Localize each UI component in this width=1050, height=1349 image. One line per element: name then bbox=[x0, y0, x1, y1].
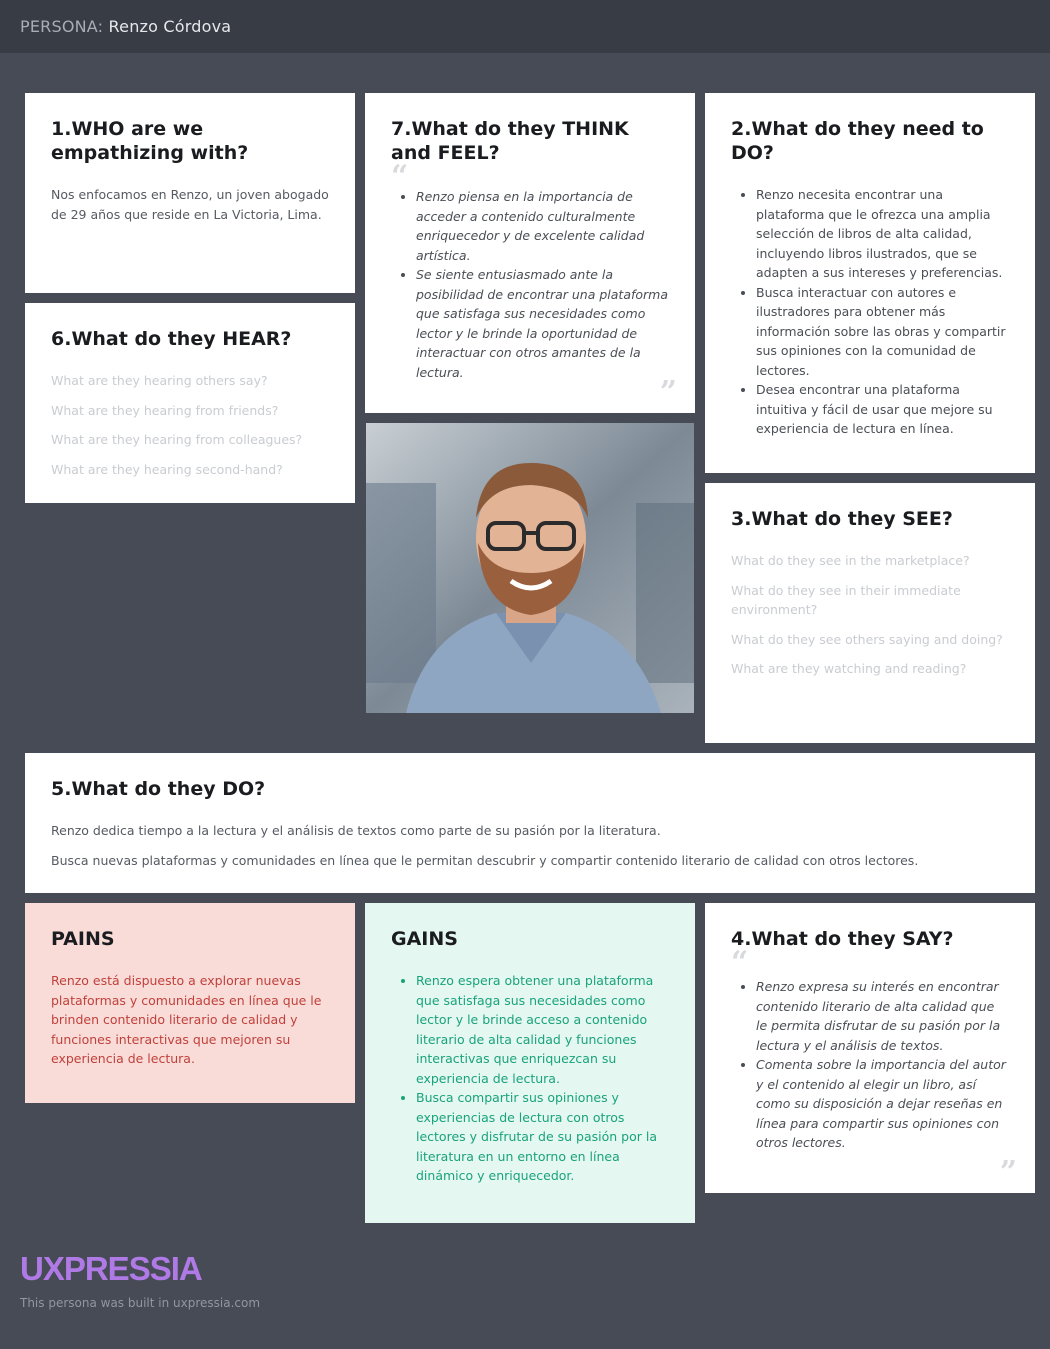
gains-title: GAINS bbox=[391, 928, 458, 950]
think-feel-card[interactable]: 7.What do they THINK and FEEL? “ Renzo p… bbox=[365, 93, 695, 413]
need-title: 2.What do they need to DO? bbox=[731, 118, 984, 164]
persona-photo bbox=[366, 423, 694, 713]
hear-placeholder: What are they hearing others say? bbox=[51, 373, 268, 388]
do-line: Renzo dedica tiempo a la lectura y el an… bbox=[51, 823, 661, 838]
hear-placeholder: What are they hearing second-hand? bbox=[51, 461, 283, 477]
do-title: 5.What do they DO? bbox=[51, 778, 266, 800]
list-item: Busca compartir sus opiniones y experien… bbox=[416, 1088, 669, 1186]
see-placeholder: What do they see in the marketplace? bbox=[731, 553, 970, 568]
see-placeholder: What do they see in their immediate envi… bbox=[731, 582, 961, 618]
gains-list: Renzo espera obtener una plataforma que … bbox=[391, 971, 669, 1186]
persona-name: Renzo Córdova bbox=[108, 17, 232, 36]
persona-title: PERSONA: Renzo Córdova bbox=[20, 17, 231, 36]
who-text: Nos enfocamos en Renzo, un joven abogado… bbox=[51, 187, 329, 222]
open-quote-icon: “ bbox=[391, 159, 409, 194]
close-quote-icon: ” bbox=[999, 1155, 1017, 1190]
list-item: Renzo espera obtener una plataforma que … bbox=[416, 971, 669, 1088]
do-card[interactable]: 5.What do they DO? Renzo dedica tiempo a… bbox=[25, 753, 1035, 893]
list-item: Renzo piensa en la importancia de accede… bbox=[416, 187, 669, 265]
see-placeholder: What do they see others saying and doing… bbox=[731, 631, 1003, 647]
who-title: 1.WHO are we empathizing with? bbox=[51, 118, 249, 164]
top-bar: PERSONA: Renzo Córdova bbox=[0, 0, 1050, 53]
pains-title: PAINS bbox=[51, 928, 115, 950]
think-title: 7.What do they THINK and FEEL? bbox=[391, 118, 629, 164]
say-title: 4.What do they SAY? bbox=[731, 928, 954, 950]
who-card[interactable]: 1.WHO are we empathizing with? Nos enfoc… bbox=[25, 93, 355, 293]
gains-card[interactable]: GAINS Renzo espera obtener una plataform… bbox=[365, 903, 695, 1223]
say-list: Renzo expresa su interés en encontrar co… bbox=[731, 977, 1009, 1153]
pains-card[interactable]: PAINS Renzo está dispuesto a explorar nu… bbox=[25, 903, 355, 1103]
list-item: Comenta sobre la importancia del autor y… bbox=[756, 1055, 1009, 1153]
list-item: Desea encontrar una plataforma intuitiva… bbox=[756, 380, 1009, 439]
hear-placeholder: What are they hearing from friends? bbox=[51, 402, 279, 418]
say-card[interactable]: 4.What do they SAY? “ Renzo expresa su i… bbox=[705, 903, 1035, 1193]
see-title: 3.What do they SEE? bbox=[731, 508, 953, 530]
persona-prefix: PERSONA: bbox=[20, 17, 104, 36]
pains-text: Renzo está dispuesto a explorar nuevas p… bbox=[51, 973, 322, 1066]
list-item: Busca interactuar con autores e ilustrad… bbox=[756, 283, 1009, 381]
list-item: Renzo necesita encontrar una plataforma … bbox=[756, 185, 1009, 283]
do-line: Busca nuevas plataformas y comunidades e… bbox=[51, 852, 919, 868]
list-item: Se siente entusiasmado ante la posibilid… bbox=[416, 265, 669, 382]
uxpressia-logo[interactable]: UXPRESSIA bbox=[20, 1250, 203, 1288]
see-card[interactable]: 3.What do they SEE? What do they see in … bbox=[705, 483, 1035, 743]
list-item: Renzo expresa su interés en encontrar co… bbox=[756, 977, 1009, 1055]
hear-placeholder: What are they hearing from colleagues? bbox=[51, 432, 303, 447]
open-quote-icon: “ bbox=[731, 945, 749, 980]
close-quote-icon: ” bbox=[659, 375, 677, 410]
footer-note: This persona was built in uxpressia.com bbox=[20, 1296, 261, 1310]
need-to-do-card[interactable]: 2.What do they need to DO? Renzo necesit… bbox=[705, 93, 1035, 473]
think-list: Renzo piensa en la importancia de accede… bbox=[391, 187, 669, 382]
avatar bbox=[366, 423, 694, 713]
hear-title: 6.What do they HEAR? bbox=[51, 328, 292, 350]
see-placeholder: What are they watching and reading? bbox=[731, 661, 967, 676]
need-list: Renzo necesita encontrar una plataforma … bbox=[731, 185, 1009, 439]
hear-card[interactable]: 6.What do they HEAR? What are they heari… bbox=[25, 303, 355, 503]
